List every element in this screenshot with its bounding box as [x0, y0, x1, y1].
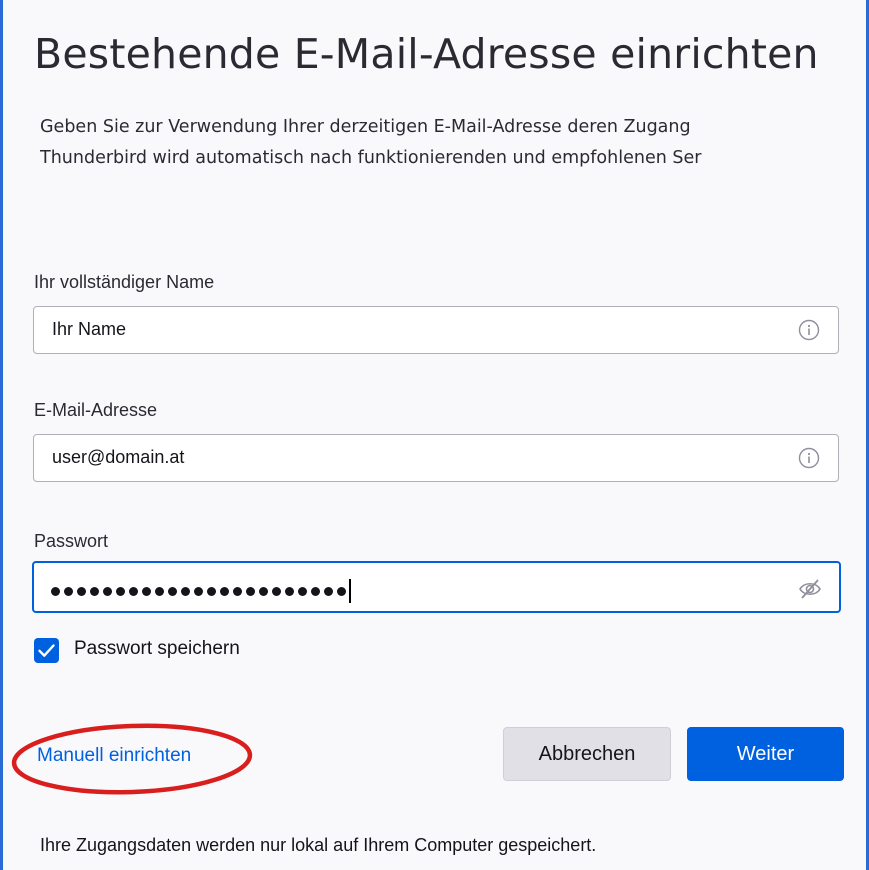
password-dot — [311, 586, 320, 596]
password-dot — [116, 586, 125, 596]
password-dot — [181, 586, 190, 596]
next-button[interactable]: Weiter — [687, 727, 844, 781]
info-icon[interactable] — [798, 447, 820, 469]
password-dot — [77, 586, 86, 596]
name-value: Ihr Name — [52, 319, 127, 339]
password-dot — [298, 586, 307, 596]
password-dot — [233, 586, 242, 596]
password-dot — [207, 586, 216, 596]
email-label: E-Mail-Adresse — [34, 400, 158, 420]
password-dot — [337, 586, 346, 596]
page-title: Bestehende E-Mail-Adresse einrichten — [34, 30, 819, 78]
password-field[interactable] — [32, 561, 841, 613]
password-dot — [155, 586, 164, 596]
password-dot — [168, 586, 177, 596]
page-description: Geben Sie zur Verwendung Ihrer derzeitig… — [40, 112, 869, 174]
cancel-button[interactable]: Abbrechen — [503, 727, 671, 781]
remember-password-label[interactable]: Passwort speichern — [74, 638, 240, 660]
password-dot — [129, 586, 138, 596]
privacy-note: Ihre Zugangsdaten werden nur lokal auf I… — [40, 835, 597, 855]
password-dot — [103, 586, 112, 596]
password-dot — [64, 586, 73, 596]
password-dot — [194, 586, 203, 596]
info-icon[interactable] — [798, 319, 820, 341]
window-frame-left — [0, 0, 3, 870]
password-dot — [272, 586, 281, 596]
name-field[interactable]: Ihr Name — [33, 306, 839, 354]
password-dot — [51, 586, 60, 596]
password-masked-value — [51, 579, 351, 603]
remember-password-checkbox[interactable] — [34, 638, 59, 663]
password-dot — [324, 586, 333, 596]
password-label: Passwort — [34, 531, 109, 551]
password-dot — [220, 586, 229, 596]
checkmark-icon — [38, 644, 55, 657]
password-dot — [142, 586, 151, 596]
manual-setup-link[interactable]: Manuell einrichten — [37, 745, 191, 767]
password-dot — [246, 586, 255, 596]
name-label: Ihr vollständiger Name — [34, 272, 215, 292]
email-field[interactable]: user@domain.at — [33, 434, 839, 482]
email-value: user@domain.at — [52, 447, 185, 467]
text-caret — [349, 579, 351, 603]
description-line-2: Thunderbird wird automatisch nach funkti… — [40, 148, 702, 168]
password-dot — [90, 586, 99, 596]
eye-slash-icon[interactable] — [797, 577, 823, 601]
password-dot — [259, 586, 268, 596]
description-line-1: Geben Sie zur Verwendung Ihrer derzeitig… — [40, 117, 691, 137]
password-dot — [285, 586, 294, 596]
